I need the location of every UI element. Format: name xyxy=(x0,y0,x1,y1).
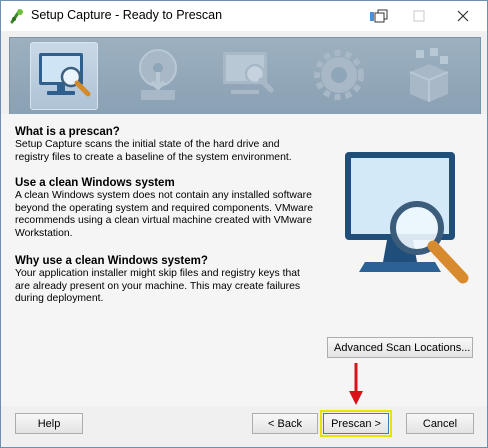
cancel-button[interactable]: Cancel xyxy=(406,413,474,434)
help-button[interactable]: Help xyxy=(15,413,83,434)
setup-capture-window: Setup Capture - Ready to Prescan What is… xyxy=(0,0,488,448)
close-icon xyxy=(457,10,469,22)
section-heading: Why use a clean Windows system? xyxy=(15,255,208,267)
prescan-step-icon xyxy=(39,53,91,97)
back-button[interactable]: < Back xyxy=(252,413,318,434)
maximize-icon xyxy=(413,10,425,22)
app-icon xyxy=(10,9,23,24)
configure-step-icon xyxy=(314,50,364,100)
content-panel: What is a prescan? Setup Capture scans t… xyxy=(1,114,487,406)
package-step-icon xyxy=(409,48,449,102)
red-arrow-annotation xyxy=(349,363,363,405)
install-step-icon xyxy=(139,49,177,100)
package-step xyxy=(396,42,462,108)
section-text: Setup Capture scans the initial state of… xyxy=(15,139,292,163)
section-heading: What is a prescan? xyxy=(15,126,120,138)
section-text: Your application installer might skip fi… xyxy=(15,268,301,305)
maximize-button[interactable] xyxy=(397,1,441,31)
close-button[interactable] xyxy=(441,1,485,31)
prescan-button[interactable]: Prescan > xyxy=(323,413,389,434)
wizard-step-banner xyxy=(9,37,481,115)
section-text: A clean Windows system does not contain … xyxy=(15,190,314,239)
title-bar: Setup Capture - Ready to Prescan xyxy=(1,1,487,31)
configure-step xyxy=(306,42,372,108)
window-title: Setup Capture - Ready to Prescan xyxy=(31,8,223,22)
postscan-step-icon xyxy=(223,52,274,94)
prescan-step xyxy=(30,42,98,110)
install-step xyxy=(125,42,191,108)
advanced-scan-locations-button[interactable]: Advanced Scan Locations... xyxy=(327,337,473,358)
postscan-step xyxy=(215,42,281,108)
monitor-magnifier-illustration xyxy=(345,152,469,284)
section-heading: Use a clean Windows system xyxy=(15,177,175,189)
